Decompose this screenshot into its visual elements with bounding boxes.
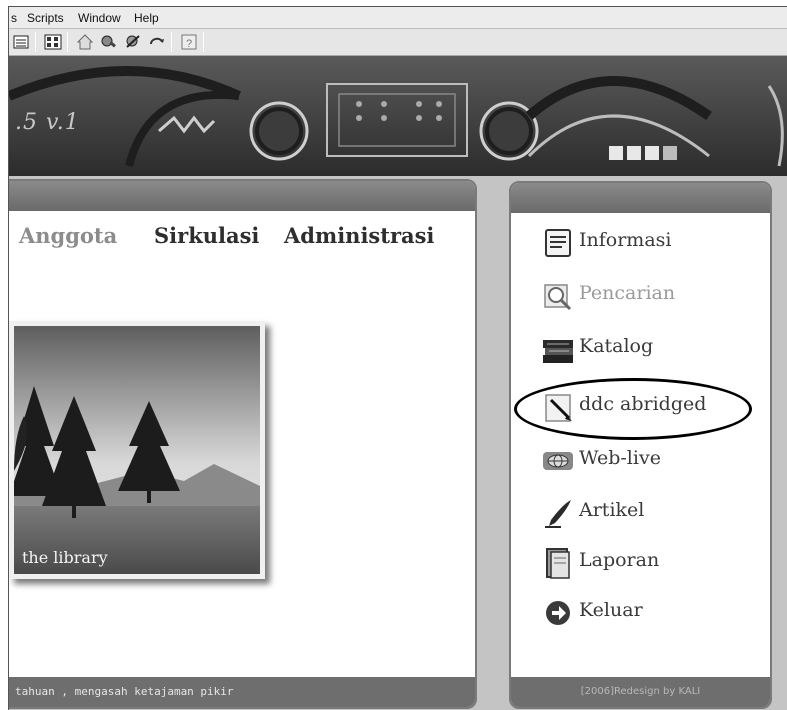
side-item-informasi[interactable]: Informasi bbox=[541, 223, 761, 263]
menu-item-window[interactable]: Window bbox=[78, 11, 121, 25]
tools-alt-icon[interactable] bbox=[123, 32, 143, 52]
svg-text:?: ? bbox=[186, 38, 192, 50]
menu-item-partial[interactable]: s bbox=[11, 11, 17, 25]
photo-caption: the library bbox=[22, 548, 108, 567]
side-item-ddc-abridged[interactable]: ddc abridged bbox=[541, 387, 761, 427]
side-item-label: Laporan bbox=[579, 549, 660, 571]
application-window: s Scripts Window Help ? .5 v.1 Anggota S… bbox=[8, 6, 787, 710]
toolbar-separator bbox=[171, 32, 172, 52]
side-panel-header bbox=[511, 183, 770, 213]
side-item-web-live[interactable]: Web-live bbox=[541, 441, 761, 481]
toolbar: ? bbox=[9, 29, 787, 56]
help-icon[interactable]: ? bbox=[179, 32, 199, 52]
globe-icon bbox=[541, 444, 575, 478]
pen-paper-icon bbox=[541, 390, 575, 424]
side-item-label: Pencarian bbox=[579, 282, 676, 304]
menu-item-help[interactable]: Help bbox=[134, 11, 159, 25]
version-label: .5 v.1 bbox=[15, 110, 80, 135]
header-banner: .5 v.1 bbox=[9, 56, 787, 176]
tools-icon[interactable] bbox=[99, 32, 119, 52]
search-icon bbox=[541, 279, 575, 313]
side-item-artikel[interactable]: Artikel bbox=[541, 493, 761, 533]
document-icon bbox=[541, 226, 575, 260]
menu-bar: s Scripts Window Help bbox=[9, 7, 787, 29]
main-panel-footer: tahuan , mengasah ketajaman pikir bbox=[9, 677, 475, 707]
side-item-label: Artikel bbox=[579, 499, 645, 521]
main-panel: Anggota Sirkulasi Administrasi the libra… bbox=[9, 179, 477, 709]
nav-administrasi[interactable]: Administrasi bbox=[284, 223, 434, 248]
side-item-pencarian[interactable]: Pencarian bbox=[541, 276, 761, 316]
side-item-keluar[interactable]: Keluar bbox=[541, 593, 761, 633]
toolbar-separator bbox=[203, 32, 204, 52]
credit-text: [2006]Redesign by KALI bbox=[580, 686, 701, 697]
menu-item-scripts[interactable]: Scripts bbox=[27, 11, 64, 25]
side-item-label: Katalog bbox=[579, 335, 654, 357]
nav-sirkulasi[interactable]: Sirkulasi bbox=[154, 223, 259, 248]
quill-icon bbox=[541, 496, 575, 530]
grid-icon[interactable] bbox=[43, 32, 63, 52]
toolbar-separator bbox=[67, 32, 68, 52]
exit-arrow-icon bbox=[541, 596, 575, 630]
books-icon bbox=[541, 332, 575, 366]
content-area: Anggota Sirkulasi Administrasi the libra… bbox=[9, 176, 787, 710]
side-item-label: Informasi bbox=[579, 229, 672, 251]
side-item-label: Keluar bbox=[579, 599, 643, 621]
ticker-text: tahuan , mengasah ketajaman pikir bbox=[15, 685, 234, 698]
side-item-laporan[interactable]: Laporan bbox=[541, 543, 761, 583]
side-item-label: Web-live bbox=[579, 447, 661, 469]
banner-decoration bbox=[9, 56, 787, 176]
refresh-icon[interactable] bbox=[147, 32, 167, 52]
home-icon[interactable] bbox=[75, 32, 95, 52]
toolbar-separator bbox=[35, 32, 36, 52]
library-photo: the library bbox=[9, 321, 265, 579]
side-menu-panel: Informasi Pencarian Katalog ddc abridged bbox=[509, 181, 772, 709]
nav-anggota[interactable]: Anggota bbox=[19, 223, 117, 248]
list-icon[interactable] bbox=[11, 32, 31, 52]
side-panel-footer: [2006]Redesign by KALI bbox=[511, 677, 770, 707]
side-item-label: ddc abridged bbox=[579, 393, 707, 415]
side-item-katalog[interactable]: Katalog bbox=[541, 329, 761, 369]
trees-landscape-image bbox=[14, 326, 260, 574]
notebook-icon bbox=[541, 546, 575, 580]
main-panel-header bbox=[9, 181, 475, 211]
